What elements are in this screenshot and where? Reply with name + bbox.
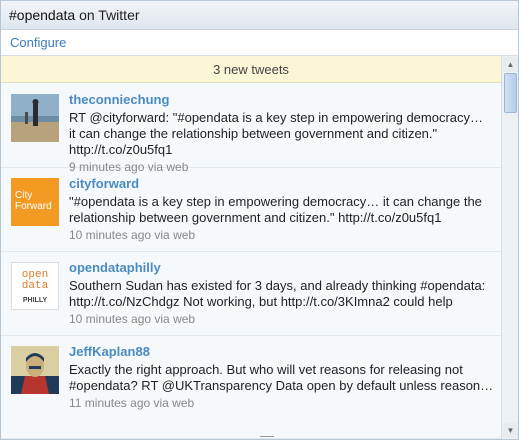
tweet-username[interactable]: cityforward bbox=[69, 175, 493, 194]
tweet-text: Southern Sudan has existed for 3 days, a… bbox=[69, 278, 493, 310]
logo-text: PHILLY bbox=[22, 297, 48, 304]
tweet-timestamp[interactable]: 11 minutes ago via web bbox=[69, 395, 493, 411]
title-hashtag: #opendata bbox=[9, 7, 76, 23]
tweet-item: open data PHILLY opendataphilly Southern… bbox=[1, 252, 501, 336]
tweet-list[interactable]: 3 new tweets theconniechung RT @cityforw… bbox=[1, 56, 518, 439]
vertical-scrollbar[interactable]: ▲ ▼ bbox=[501, 56, 518, 439]
resize-grip-icon[interactable] bbox=[260, 436, 274, 439]
tweet-timestamp[interactable]: 10 minutes ago via web bbox=[69, 311, 493, 327]
tweet-text-line: RT @cityforward: "#opendata is a key ste… bbox=[69, 110, 484, 125]
logo-text: Forward bbox=[15, 201, 52, 212]
title-suffix: on Twitter bbox=[75, 7, 140, 23]
tweet-text-line: #opendata? RT @UKTransparency Data open … bbox=[69, 378, 493, 393]
scroll-up-icon[interactable]: ▲ bbox=[503, 57, 518, 72]
tweet-text-line: relationship between government and citi… bbox=[69, 210, 442, 225]
tweet-username[interactable]: theconniechung bbox=[69, 91, 493, 110]
opendataphilly-logo-avatar[interactable]: open data PHILLY bbox=[11, 262, 59, 310]
beach-photo-avatar[interactable] bbox=[11, 94, 59, 142]
logo-text: City bbox=[15, 190, 33, 201]
poster-portrait-avatar[interactable] bbox=[11, 346, 59, 394]
tweet-text-line: Exactly the right approach. But who will… bbox=[69, 362, 463, 377]
scrollbar-thumb[interactable] bbox=[504, 73, 517, 113]
twitter-widget: #opendata on Twitter Configure 3 new twe… bbox=[0, 0, 519, 440]
tweet-text-line: it can change the relationship between g… bbox=[69, 126, 438, 141]
new-tweets-banner[interactable]: 3 new tweets bbox=[1, 56, 501, 83]
tweet-item: theconniechung RT @cityforward: "#openda… bbox=[1, 84, 501, 174]
tweet-username[interactable]: opendataphilly bbox=[69, 259, 493, 278]
config-bar: Configure bbox=[1, 30, 518, 56]
tweet-item: JeffKaplan88 Exactly the right approach.… bbox=[1, 336, 501, 439]
tweet-text-line: http://t.co/z0u5fq1 bbox=[69, 142, 173, 157]
widget-title: #opendata on Twitter bbox=[1, 1, 518, 30]
tweet-text: Exactly the right approach. But who will… bbox=[69, 362, 493, 394]
tweet-username[interactable]: JeffKaplan88 bbox=[69, 343, 493, 362]
logo-text: data bbox=[21, 280, 49, 292]
cityforward-logo-avatar[interactable]: City Forward bbox=[11, 178, 59, 226]
tweet-text: RT @cityforward: "#opendata is a key ste… bbox=[69, 110, 493, 158]
tweet-item: City Forward cityforward "#opendata is a… bbox=[1, 168, 501, 252]
tweet-text: "#opendata is a key step in empowering d… bbox=[69, 194, 493, 226]
tweet-text-line: Southern Sudan has existed for 3 days, a… bbox=[69, 278, 486, 293]
scroll-down-icon[interactable]: ▼ bbox=[503, 423, 518, 438]
tweet-text-line: http://t.co/NzChdgz Not working, but htt… bbox=[69, 294, 453, 309]
tweet-text-line: "#opendata is a key step in empowering d… bbox=[69, 194, 482, 209]
configure-link[interactable]: Configure bbox=[10, 35, 66, 50]
tweet-timestamp[interactable]: 10 minutes ago via web bbox=[69, 227, 493, 243]
